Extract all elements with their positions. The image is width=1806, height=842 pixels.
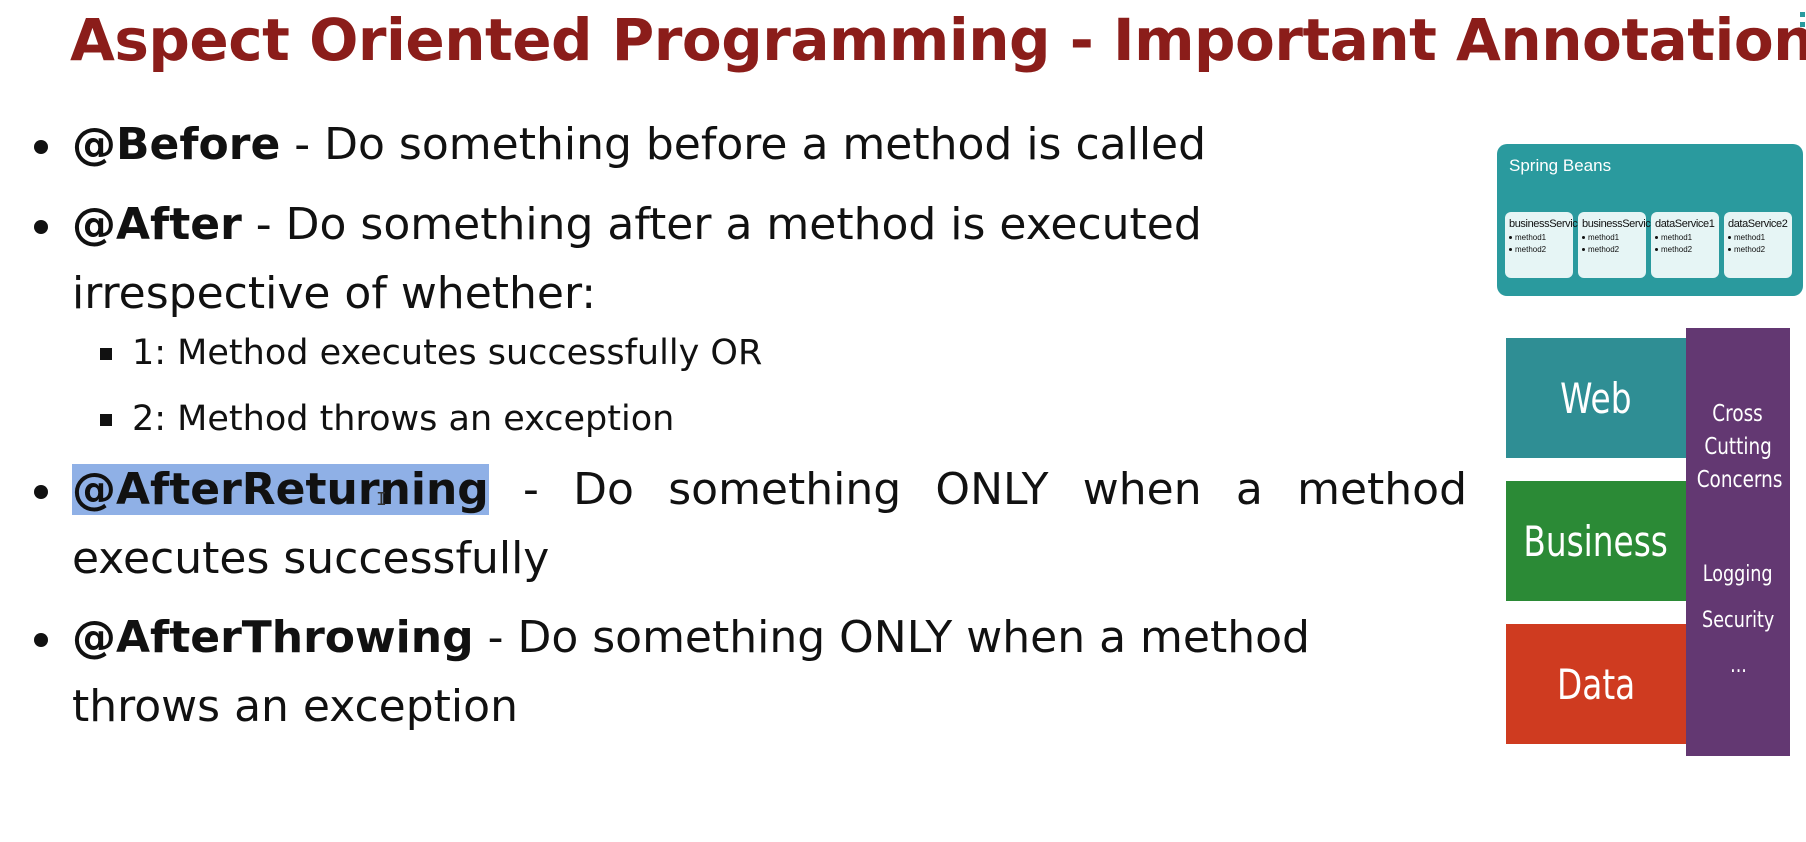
spring-beans-diagram: Spring Beans businessService1 method1 me…	[1497, 144, 1803, 296]
annotation-after-returning-selected[interactable]: @AfterReturning	[72, 464, 489, 515]
bullet-after: @After - Do something after a method is …	[30, 190, 1467, 328]
cross-cutting-title: Cross Cutting Concerns	[1686, 398, 1790, 497]
bullet-before-text: - Do something before a method is called	[280, 119, 1207, 170]
bean-method: method1	[1509, 233, 1569, 242]
edge-marker	[1800, 12, 1805, 17]
cross-cutting-title-line: Cross	[1712, 401, 1764, 427]
bean-data-service-2: dataService2 method1 method2	[1724, 212, 1792, 278]
cross-cutting-concerns-panel: Cross Cutting Concerns Logging Security …	[1686, 328, 1790, 756]
bean-business-service-1: businessService1 method1 method2	[1505, 212, 1589, 278]
edge-marker	[1800, 22, 1805, 27]
bean-method: method2	[1582, 245, 1642, 254]
layer-data-label: Data	[1556, 659, 1636, 709]
after-sub-list: 1: Method executes successfully OR 2: Me…	[100, 320, 762, 452]
bullet-before: @Before - Do something before a method i…	[30, 110, 1467, 179]
cross-cutting-title-line: Concerns	[1696, 467, 1783, 493]
bean-name: dataService2	[1728, 218, 1788, 230]
layer-business: Business	[1506, 481, 1686, 601]
bean-data-service-1: dataService1 method1 method2	[1651, 212, 1719, 278]
sub-bullet-exception: 2: Method throws an exception	[100, 386, 762, 452]
concern-more: ...	[1686, 653, 1790, 678]
bean-method: method1	[1582, 233, 1642, 242]
bean-method: method2	[1728, 245, 1788, 254]
bean-name: dataService1	[1655, 218, 1715, 230]
layer-web-label: Web	[1560, 373, 1632, 423]
layer-business-label: Business	[1523, 516, 1669, 566]
bean-name: businessService1	[1509, 218, 1589, 230]
bean-method: method1	[1728, 233, 1788, 242]
layer-data: Data	[1506, 624, 1686, 744]
bean-method: method1	[1655, 233, 1715, 242]
annotation-after: @After	[72, 199, 242, 250]
spring-beans-title: Spring Beans	[1509, 156, 1612, 175]
cross-cutting-title-line: Cutting	[1704, 434, 1772, 460]
bullet-after-text: - Do something after a method is execute…	[72, 199, 1202, 319]
annotation-before: @Before	[72, 119, 281, 170]
concern-more-label: ...	[1729, 653, 1747, 678]
bullet-after-throwing: @AfterThrowing - Do something ONLY when …	[30, 603, 1467, 741]
text-cursor-icon: I	[376, 489, 387, 510]
concern-security: Security	[1686, 608, 1790, 633]
concern-security-label: Security	[1701, 608, 1775, 633]
bean-business-service-2: businessService2 method1 method2	[1578, 212, 1662, 278]
bean-name: businessService2	[1582, 218, 1662, 230]
layer-web: Web	[1506, 338, 1686, 458]
bean-method: method2	[1509, 245, 1569, 254]
bean-method: method2	[1655, 245, 1715, 254]
bullet-after-returning: @AfterReturning - Do something ONLY when…	[30, 455, 1467, 593]
concern-logging-label: Logging	[1703, 562, 1773, 587]
concern-logging: Logging	[1686, 562, 1790, 587]
slide-title: Aspect Oriented Programming - Important …	[70, 6, 1806, 74]
annotation-after-throwing: @AfterThrowing	[72, 612, 474, 663]
sub-bullet-success: 1: Method executes successfully OR	[100, 320, 762, 386]
